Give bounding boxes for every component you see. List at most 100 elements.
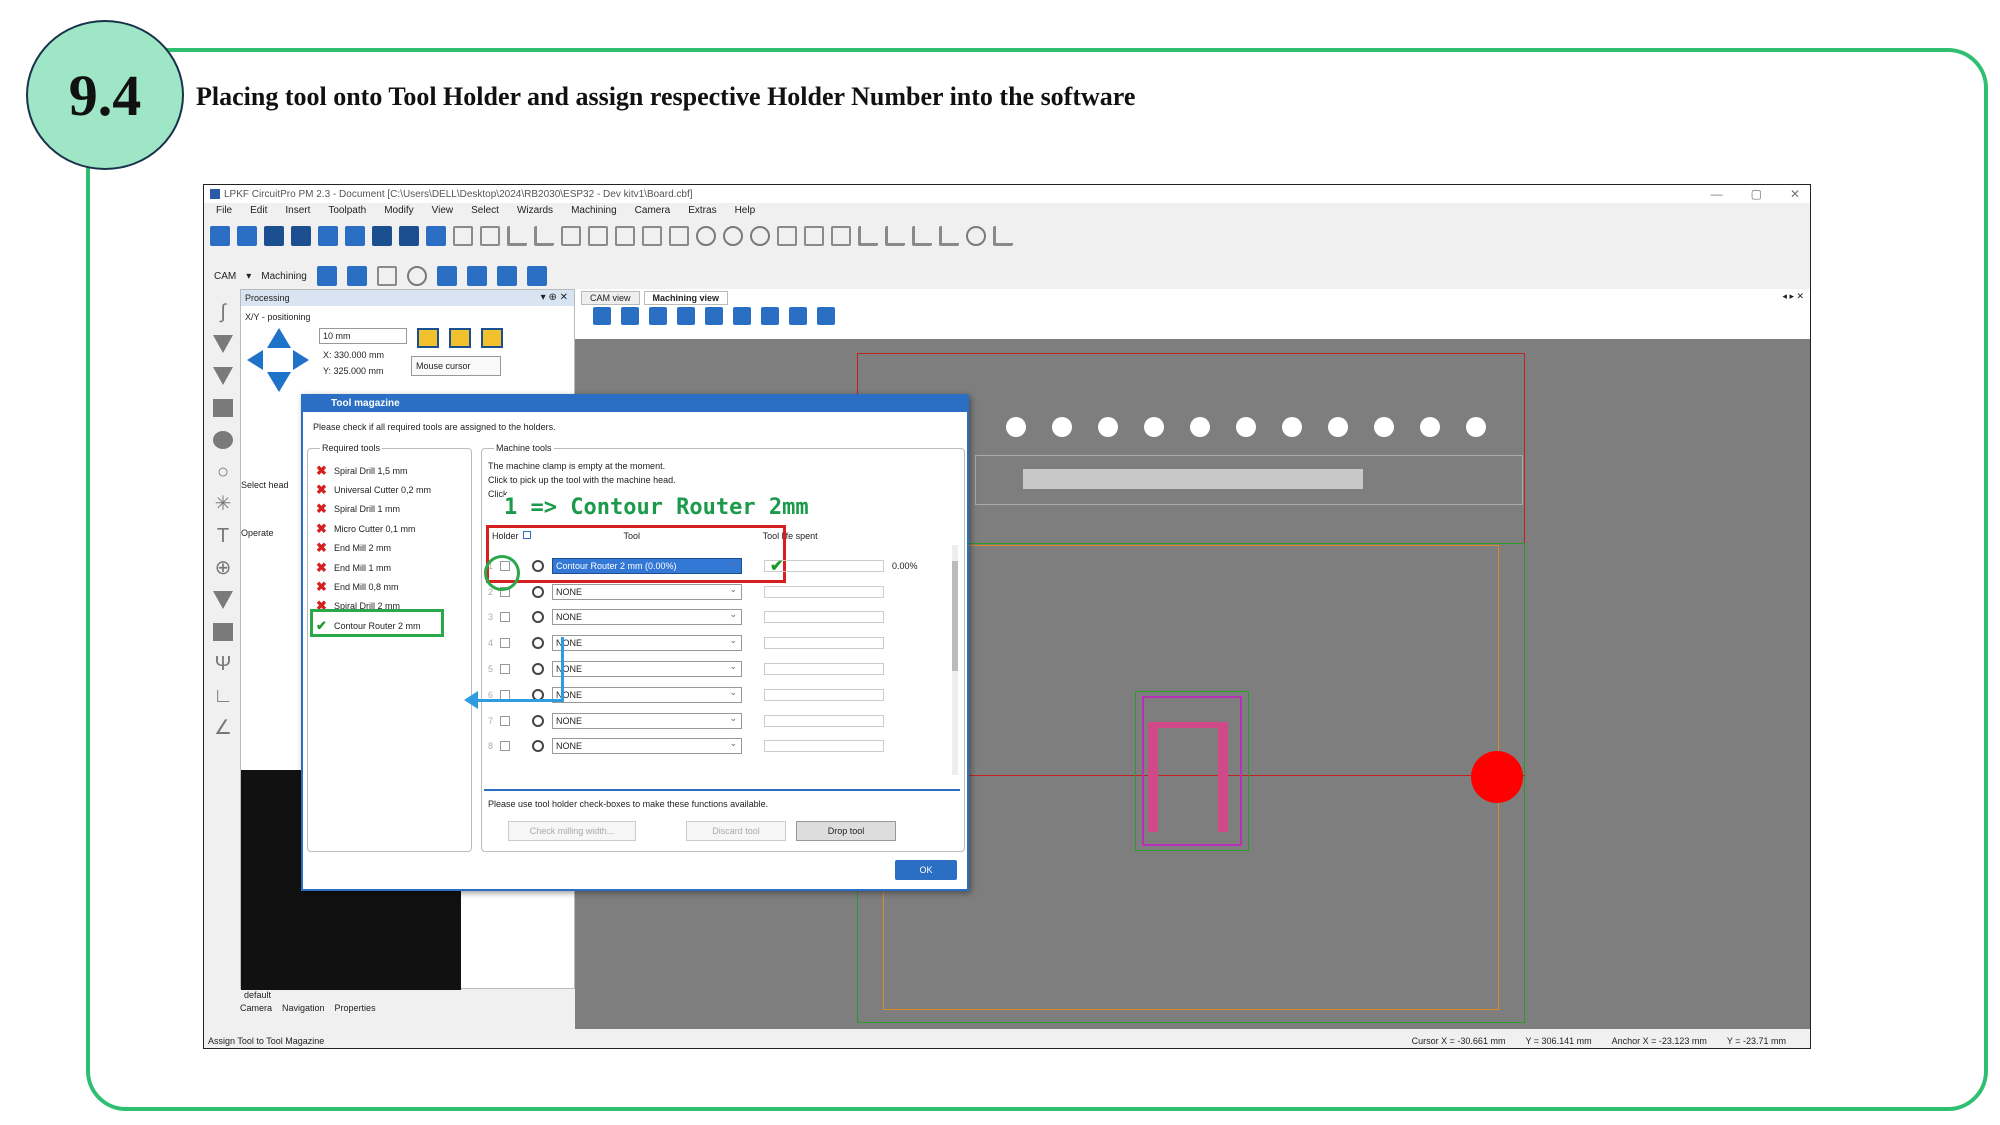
mouse-cursor-button[interactable]: Mouse cursor [411,356,501,376]
park-position-icon[interactable] [449,328,471,348]
line-tool-icon[interactable] [534,226,554,246]
align-icon[interactable] [615,226,635,246]
machining-mode-label[interactable]: Machining [261,271,307,282]
required-tool-item[interactable]: ✖ Micro Cutter 0,1 mm [316,519,431,538]
pickup-radio[interactable] [532,585,544,598]
required-tool-item[interactable]: ✖ Universal Cutter 0,2 mm [316,480,431,499]
shape-icon[interactable] [213,591,233,609]
discard-tool-button[interactable]: Discard tool [686,821,786,841]
holder-checkbox[interactable] [500,664,510,675]
target-icon[interactable]: ⊕ [215,558,232,578]
tool-select[interactable]: NONE [552,607,742,626]
tool-select[interactable]: Contour Router 2 mm (0.00%) [552,556,742,574]
required-tool-item[interactable]: ✖ Spiral Drill 1,5 mm [316,461,431,480]
menu-edit[interactable]: Edit [250,205,267,221]
dimension-2-icon[interactable] [939,226,959,246]
tool-select[interactable]: NONE [552,711,742,729]
tool-select[interactable]: NONE [552,685,742,703]
asterisk-icon[interactable]: ✳ [215,494,232,514]
tool-exchange-icon[interactable] [466,266,487,286]
zoom-window-icon[interactable] [677,307,695,325]
tool-select[interactable]: NONE [552,736,742,755]
print-preview-icon[interactable] [372,226,392,246]
funnel-icon[interactable] [213,335,233,353]
pan-hand-icon[interactable] [761,307,779,325]
filled-circle-icon[interactable] [213,431,233,449]
pickup-radio[interactable] [532,714,544,727]
menu-help[interactable]: Help [735,205,756,221]
ring-icon[interactable]: ○ [217,462,229,482]
angle-icon[interactable] [966,226,986,246]
maximize-icon[interactable]: ▢ [1751,187,1762,201]
mirror-icon[interactable] [777,226,797,246]
origin-icon[interactable] [993,226,1013,246]
cam-dropdown[interactable]: CAM [214,271,236,282]
menu-extras[interactable]: Extras [688,205,716,221]
angle-45-icon[interactable]: ∠ [214,718,232,738]
crosshair-icon[interactable] [406,266,427,286]
tool-select[interactable]: NONE [552,633,742,652]
ok-button[interactable]: OK [895,860,957,880]
zero-position-icon[interactable] [481,328,503,348]
menu-machining[interactable]: Machining [571,205,617,221]
rectangle-icon[interactable] [213,399,233,417]
undo-icon[interactable] [426,226,446,246]
camera-view-icon[interactable] [496,266,517,286]
panel-controls[interactable]: ▾ ⊕ ✕ [541,292,568,303]
drop-tool-button[interactable]: Drop tool [796,821,896,841]
print-icon[interactable] [399,226,419,246]
tab-camera[interactable]: Camera [240,1003,272,1013]
zoom-out-icon[interactable] [733,307,751,325]
menu-view[interactable]: View [432,205,454,221]
tool-icon[interactable]: Ψ [215,654,232,674]
arrange-icon[interactable] [669,226,689,246]
zoom-all-icon[interactable] [649,307,667,325]
tool-select[interactable]: NONE [552,659,742,678]
ungroup-icon[interactable] [588,226,608,246]
minimize-icon[interactable]: — [1711,187,1723,201]
dimension-icon[interactable] [912,226,932,246]
close-icon[interactable]: ✕ [1790,187,1800,201]
ellipse-tool-icon[interactable] [750,226,770,246]
required-tool-item[interactable]: ✖ Spiral Drill 1 mm [316,500,431,519]
menu-modify[interactable]: Modify [384,205,413,221]
home-position-icon[interactable] [417,328,439,348]
save-icon[interactable] [264,226,284,246]
select-tool-icon[interactable] [507,226,527,246]
pickup-radio[interactable] [532,611,544,624]
circle-tool-icon[interactable] [696,226,716,246]
arrow-left-icon[interactable] [247,350,263,370]
pointer-icon[interactable] [593,307,611,325]
group-icon[interactable] [561,226,581,246]
menu-camera[interactable]: Camera [635,205,671,221]
pickup-radio[interactable] [532,663,544,676]
required-tool-item[interactable]: ✖ End Mill 2 mm [316,539,431,558]
pickup-radio[interactable] [532,740,544,753]
measure-icon[interactable] [885,226,905,246]
arrow-right-icon[interactable] [293,350,309,370]
tab-properties[interactable]: Properties [335,1003,376,1013]
snap-icon[interactable] [817,307,835,325]
check-milling-width-button[interactable]: Check milling width... [508,821,636,841]
tab-navigation[interactable]: Navigation [282,1003,325,1013]
holder-checkbox[interactable] [500,612,510,623]
zoom-in-icon[interactable] [705,307,723,325]
pickup-radio[interactable] [532,637,544,650]
menu-insert[interactable]: Insert [285,205,310,221]
view-3d-icon[interactable] [789,307,807,325]
holder-checkbox[interactable] [500,638,510,649]
process-icon[interactable] [526,266,547,286]
holder-checkbox[interactable] [500,715,510,726]
angle-90-icon[interactable]: ∟ [213,686,233,706]
required-tool-item[interactable]: ✖ End Mill 0,8 mm [316,577,431,596]
machining-icon-3[interactable] [376,266,397,286]
view-pin-controls[interactable]: ◂ ▸ ✕ [1782,291,1804,302]
arrow-up-icon[interactable] [267,328,291,348]
distribute-icon[interactable] [642,226,662,246]
open-icon[interactable] [237,226,257,246]
cut-icon[interactable] [291,226,311,246]
pcb-layout[interactable] [1135,691,1249,851]
menu-toolpath[interactable]: Toolpath [328,205,366,221]
copy-icon[interactable] [318,226,338,246]
delete-icon[interactable] [480,226,500,246]
